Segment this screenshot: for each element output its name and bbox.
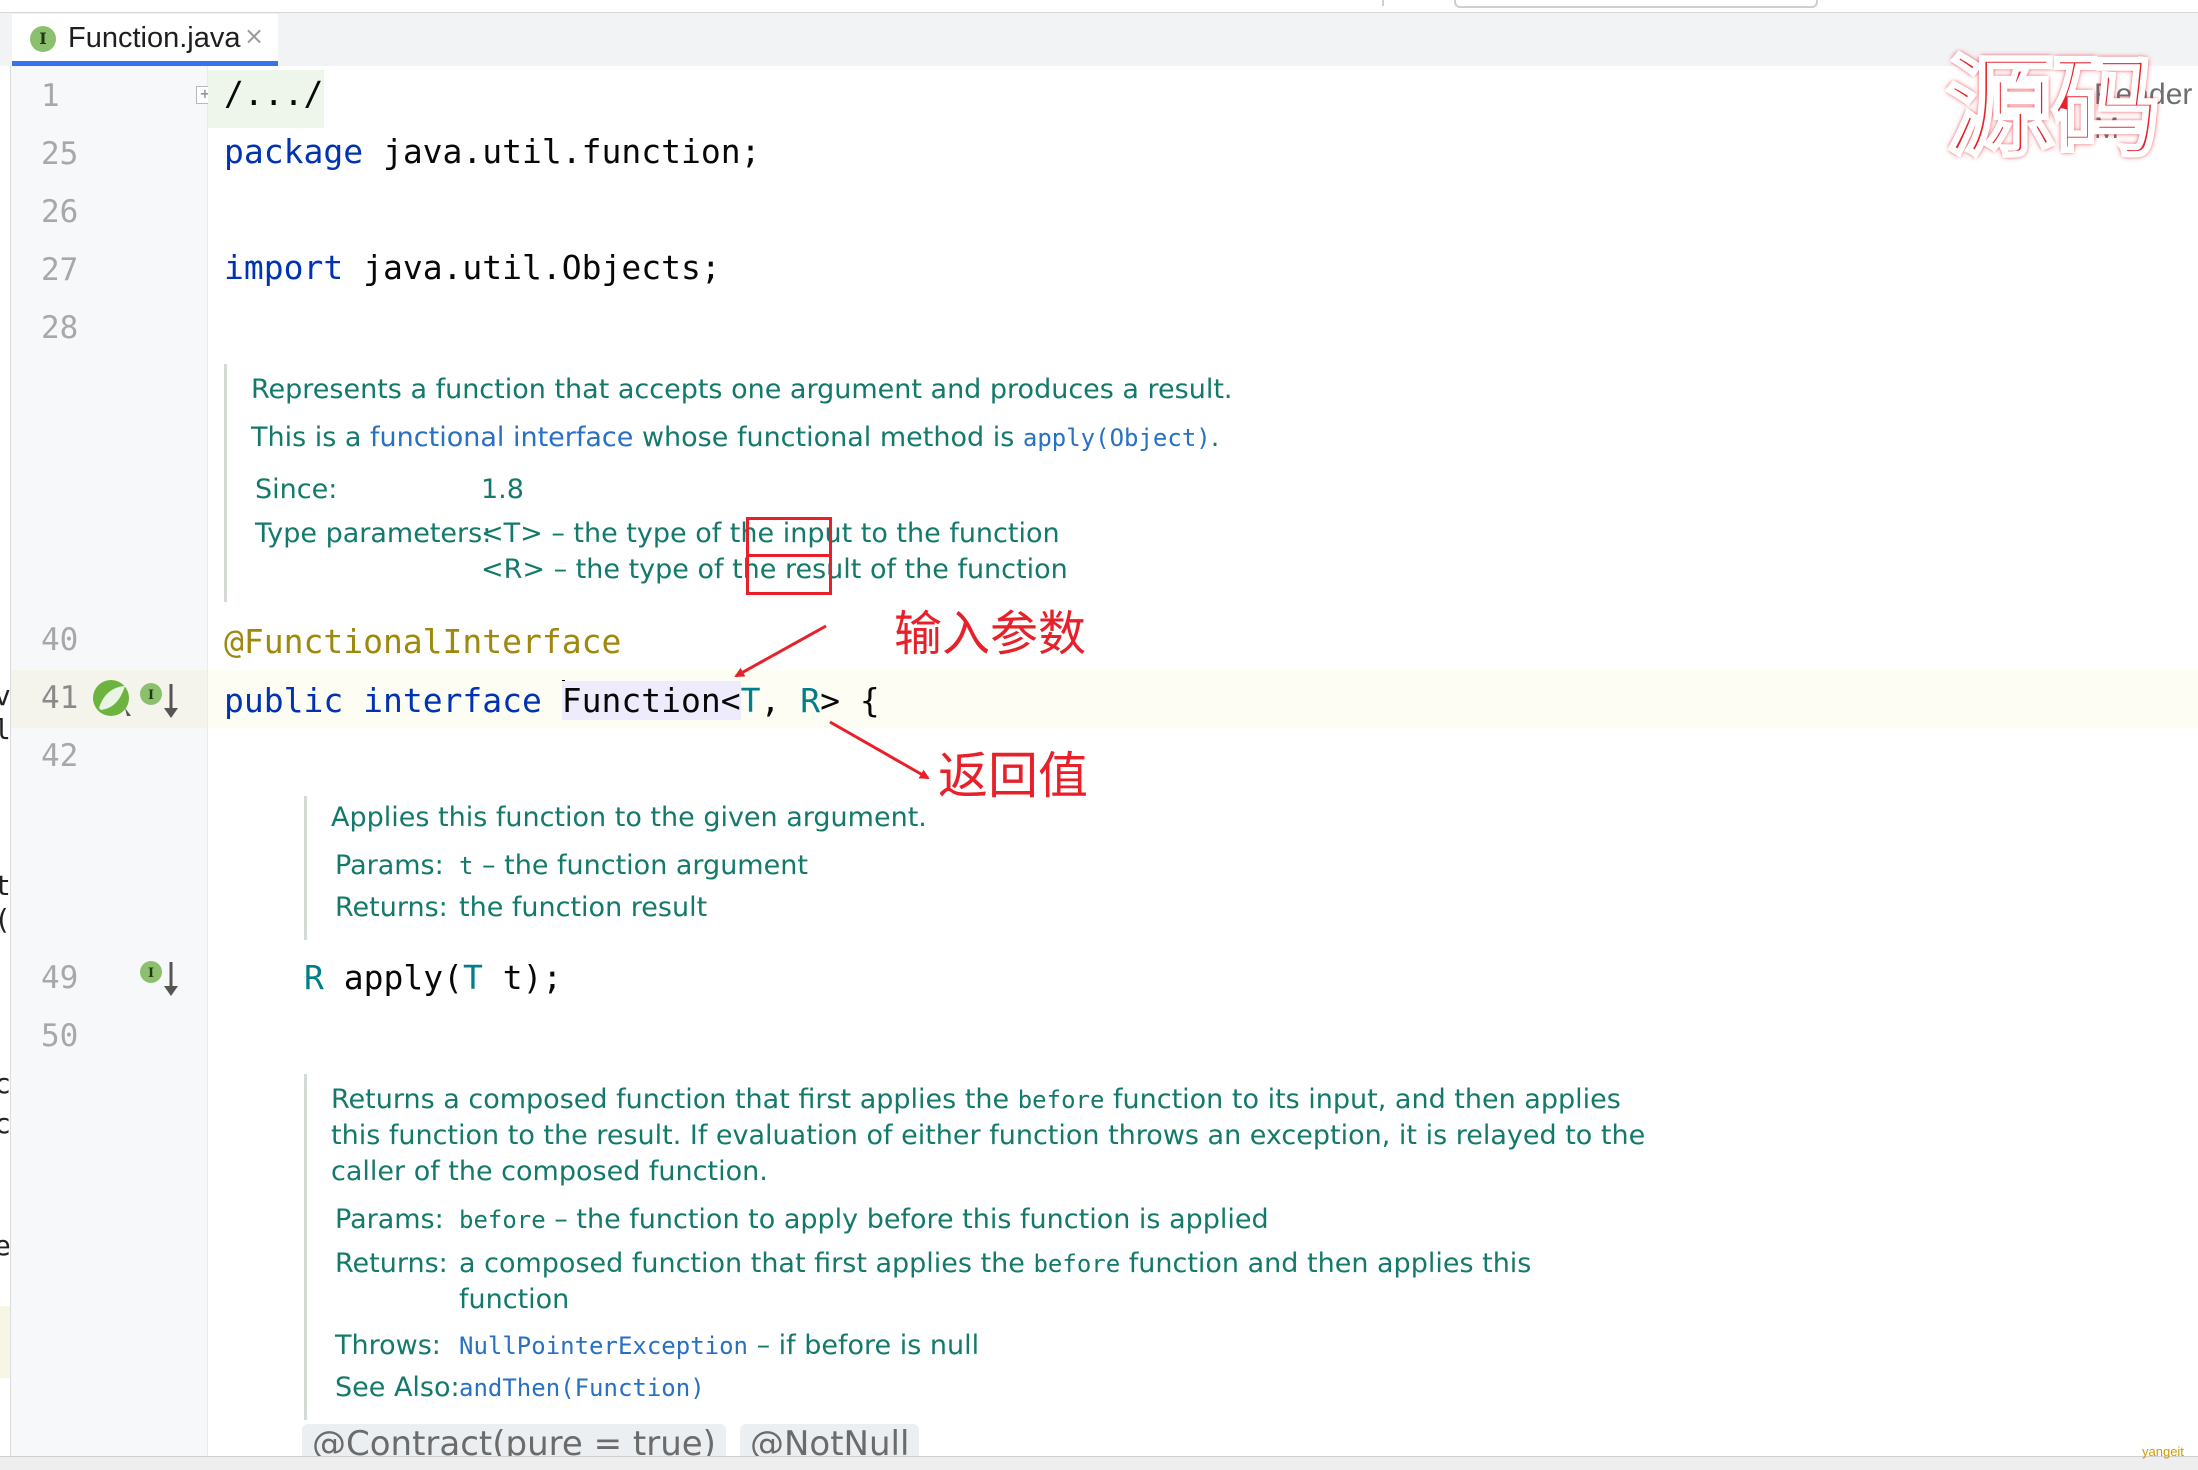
input-params-label: 输入参数 xyxy=(894,606,1087,662)
source-code-title: 源码 xyxy=(1944,43,2163,174)
arrow-to-T xyxy=(734,624,827,678)
status-bar xyxy=(0,1456,2198,1470)
return-value-label: 返回值 xyxy=(938,747,1088,805)
arrow-from-R xyxy=(829,720,930,780)
callout-arrows xyxy=(734,624,930,780)
ide-window: I Function.java × v l t ( c c e 1 25 26 … xyxy=(0,0,2198,1470)
watermark: yangeit xyxy=(2142,1444,2184,1459)
